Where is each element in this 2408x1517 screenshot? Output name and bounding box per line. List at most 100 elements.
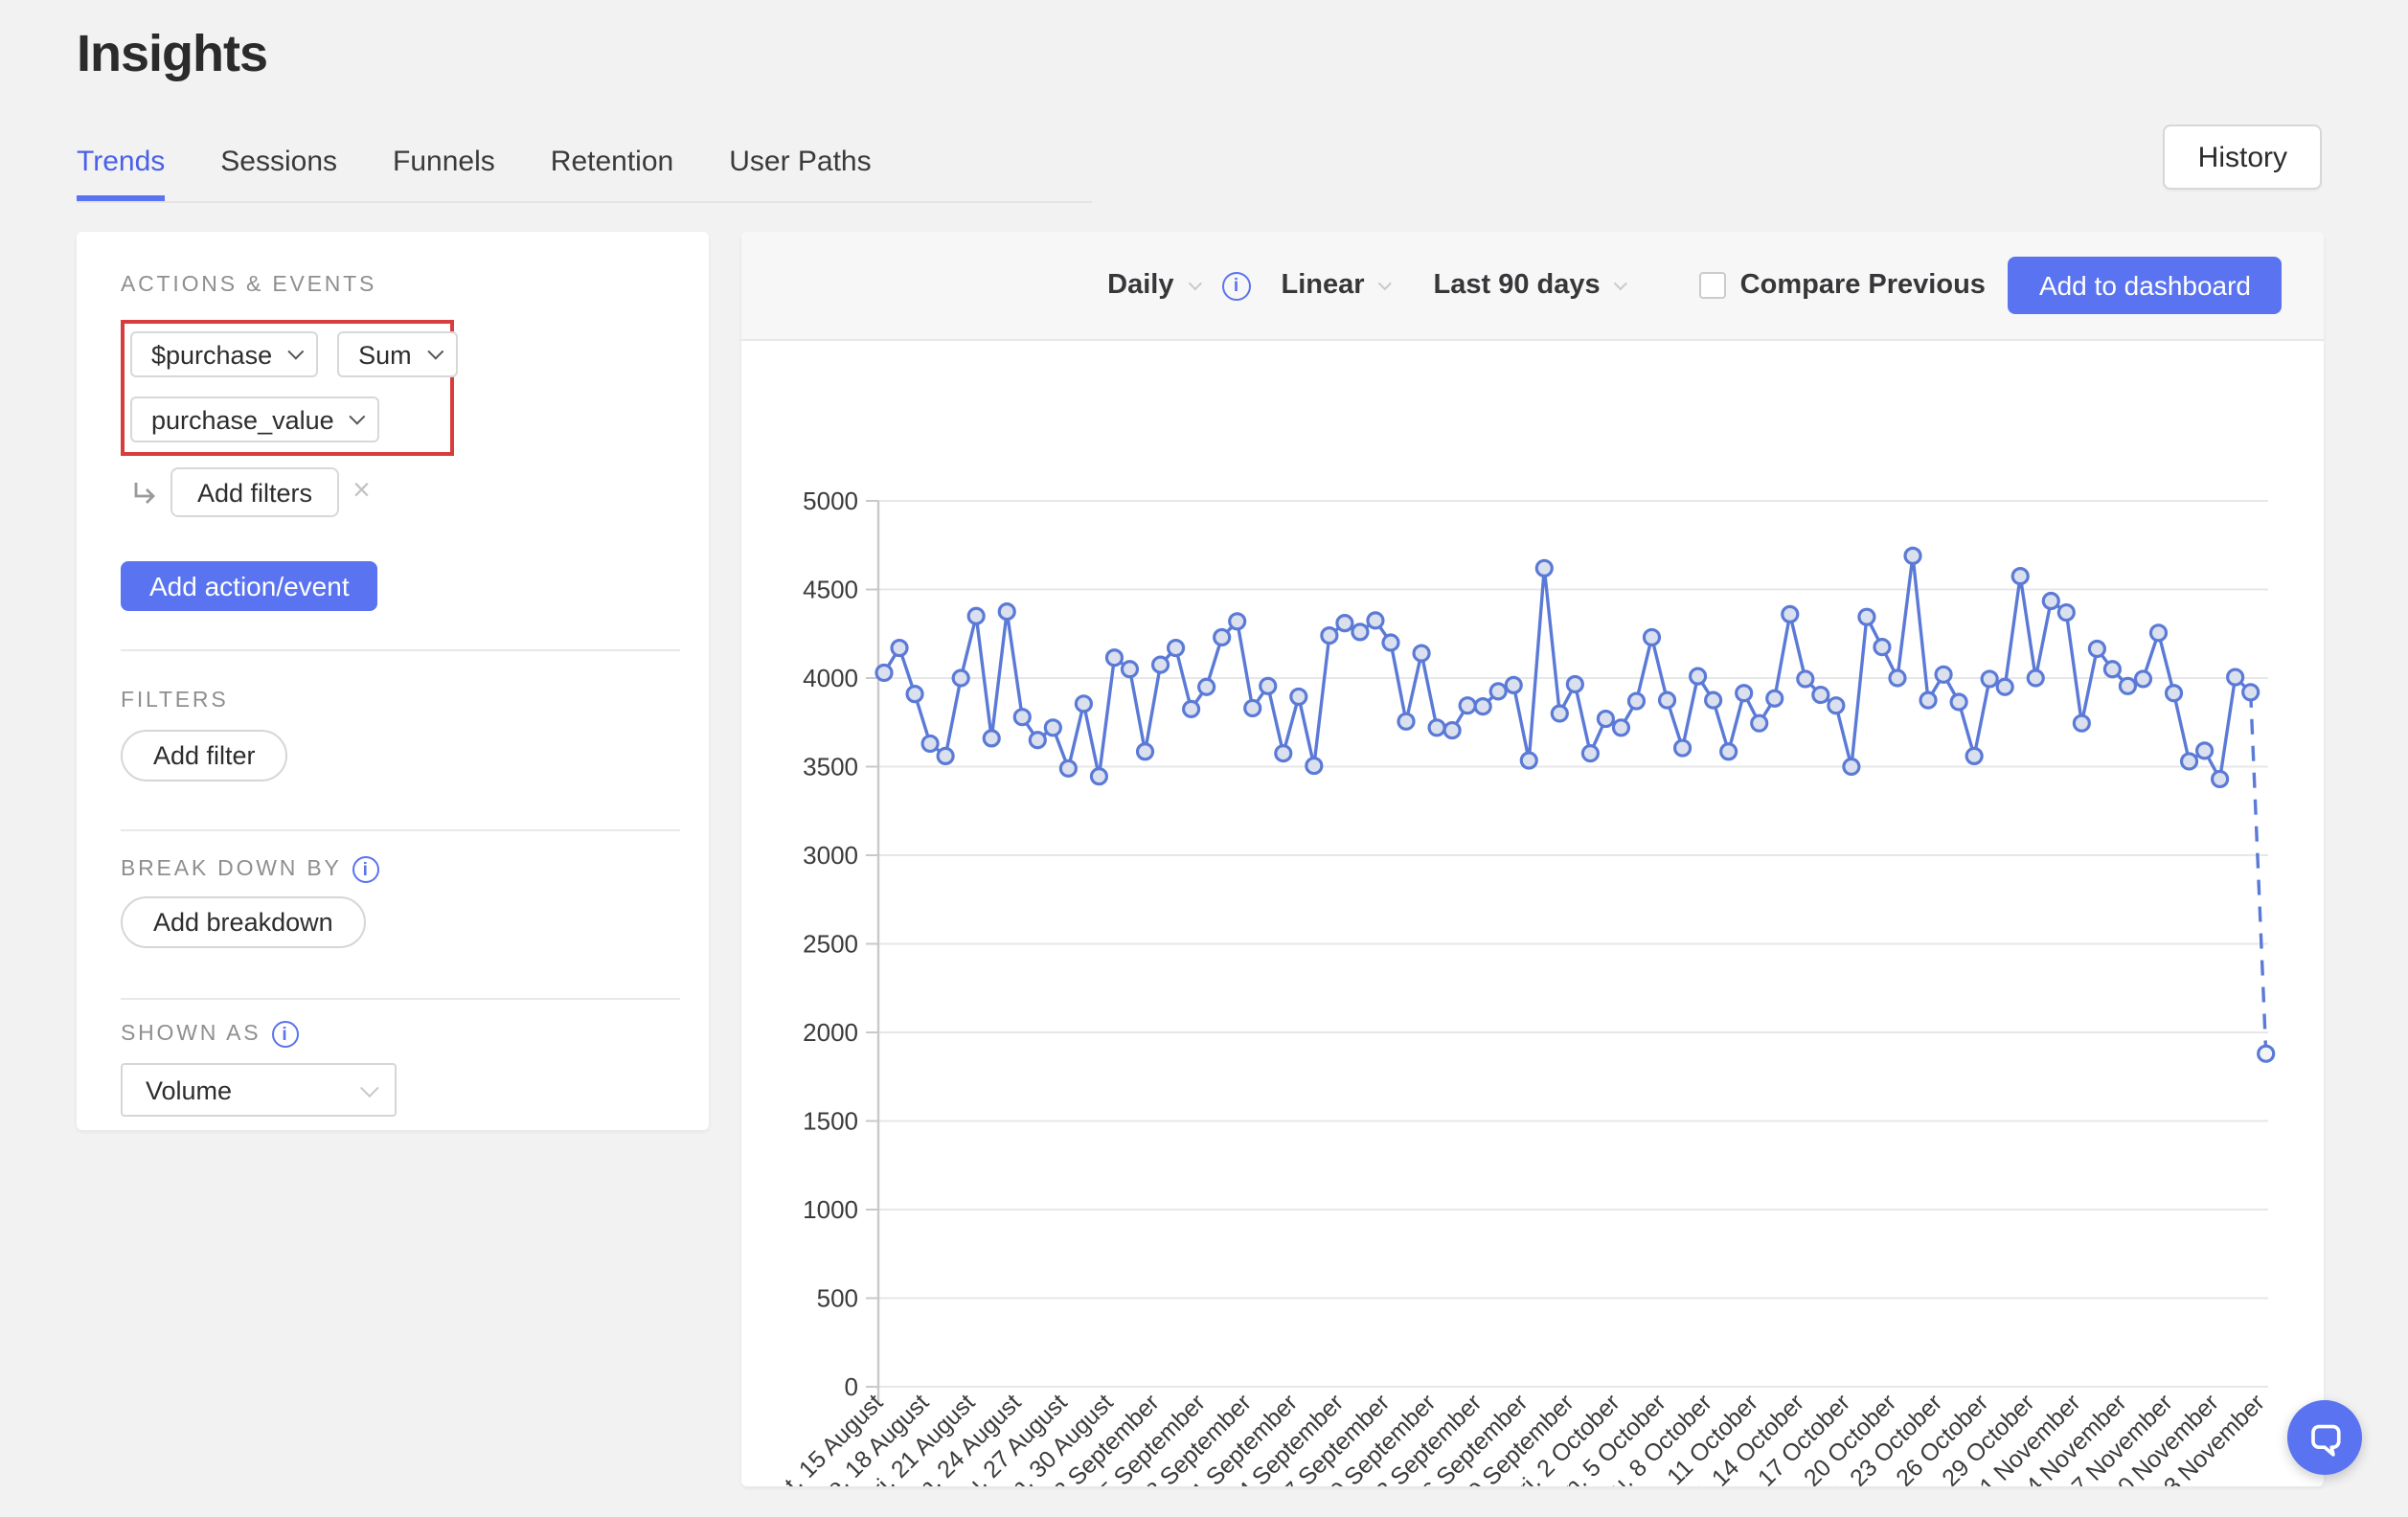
data-point[interactable] — [1306, 758, 1322, 774]
data-point[interactable] — [1398, 713, 1414, 729]
data-point[interactable] — [1230, 614, 1245, 629]
data-point[interactable] — [1460, 698, 1475, 713]
tab-funnels[interactable]: Funnels — [393, 146, 495, 201]
data-point[interactable] — [1997, 679, 2012, 694]
data-point[interactable] — [938, 748, 953, 763]
data-point[interactable] — [1383, 635, 1398, 650]
data-point[interactable] — [2135, 671, 2150, 687]
math-dropdown[interactable]: Sum — [337, 331, 458, 377]
data-point[interactable] — [1153, 657, 1169, 672]
data-point[interactable] — [876, 665, 892, 680]
data-point[interactable] — [1905, 548, 1920, 563]
data-point[interactable] — [1352, 624, 1368, 640]
data-point[interactable] — [999, 604, 1014, 620]
chat-launcher-button[interactable] — [2287, 1400, 2362, 1475]
data-point[interactable] — [1783, 606, 1798, 622]
data-point[interactable] — [1920, 692, 1936, 708]
add-filter-button[interactable]: Add filter — [121, 730, 288, 781]
data-point[interactable] — [1276, 746, 1291, 761]
data-point[interactable] — [1261, 678, 1276, 693]
data-point[interactable] — [1721, 744, 1737, 759]
data-point[interactable] — [1582, 746, 1598, 761]
data-point[interactable] — [1536, 560, 1552, 576]
data-point[interactable] — [1122, 662, 1137, 677]
data-point[interactable] — [1199, 679, 1215, 694]
data-point[interactable] — [1706, 692, 1721, 708]
data-point[interactable] — [2243, 685, 2259, 700]
data-point[interactable] — [968, 608, 984, 623]
data-point[interactable] — [1045, 720, 1060, 736]
compare-previous-toggle[interactable]: Compare Previous — [1700, 270, 1986, 301]
history-button[interactable]: History — [2164, 125, 2322, 190]
data-point[interactable] — [1844, 759, 1859, 775]
shown-as-select[interactable]: Volume — [121, 1063, 397, 1117]
data-point[interactable] — [1414, 645, 1429, 661]
tab-retention[interactable]: Retention — [551, 146, 673, 201]
data-point[interactable] — [2104, 662, 2120, 677]
data-point[interactable] — [1598, 712, 1613, 727]
data-point[interactable] — [1322, 628, 1337, 644]
data-point[interactable] — [1966, 748, 1982, 763]
data-point[interactable] — [1552, 706, 1567, 721]
add-filters-button[interactable]: Add filters — [170, 467, 339, 517]
data-point[interactable] — [2028, 670, 2043, 686]
interval-dropdown[interactable]: Daily — [1107, 270, 1196, 301]
data-point[interactable] — [1368, 613, 1383, 628]
data-point[interactable] — [1091, 769, 1106, 784]
data-point[interactable] — [1169, 641, 1184, 656]
data-point[interactable] — [1567, 676, 1582, 691]
data-point[interactable] — [922, 736, 938, 751]
info-icon[interactable]: i — [1222, 271, 1251, 300]
data-point[interactable] — [1813, 688, 1829, 703]
data-point[interactable] — [2182, 754, 2197, 769]
tab-sessions[interactable]: Sessions — [220, 146, 337, 201]
data-point[interactable] — [1874, 640, 1890, 655]
data-point[interactable] — [1014, 710, 1030, 725]
data-point[interactable] — [1613, 720, 1628, 736]
data-point[interactable] — [1521, 753, 1536, 768]
data-point[interactable] — [1506, 677, 1521, 692]
compare-checkbox[interactable] — [1700, 272, 1727, 299]
data-point[interactable] — [1429, 720, 1444, 736]
data-point[interactable] — [1737, 686, 1752, 701]
data-point[interactable] — [1337, 616, 1352, 631]
data-point[interactable] — [1829, 698, 1844, 713]
data-point[interactable] — [1184, 701, 1199, 716]
data-point[interactable] — [1291, 689, 1306, 704]
tab-user-paths[interactable]: User Paths — [729, 146, 871, 201]
data-point[interactable] — [1030, 733, 1045, 748]
data-point[interactable] — [1890, 670, 1905, 686]
data-point[interactable] — [1798, 671, 1813, 687]
data-point[interactable] — [984, 731, 999, 746]
data-point[interactable] — [1752, 715, 1767, 731]
data-point[interactable] — [2167, 686, 2182, 701]
data-point[interactable] — [1691, 668, 1706, 684]
data-point[interactable] — [1645, 629, 1660, 645]
data-point[interactable] — [1490, 684, 1506, 699]
data-point[interactable] — [1138, 744, 1153, 759]
tab-trends[interactable]: Trends — [77, 146, 165, 201]
display-dropdown[interactable]: Linear — [1282, 270, 1388, 301]
data-point[interactable] — [2259, 1046, 2274, 1061]
data-point[interactable] — [2043, 594, 2058, 609]
event-dropdown[interactable]: $purchase — [130, 331, 318, 377]
data-point[interactable] — [892, 641, 907, 656]
data-point[interactable] — [2089, 641, 2104, 656]
data-point[interactable] — [1628, 693, 1644, 709]
data-point[interactable] — [2012, 569, 2028, 584]
data-point[interactable] — [1215, 629, 1230, 645]
data-point[interactable] — [2058, 605, 2074, 621]
data-point[interactable] — [953, 670, 968, 686]
add-action-event-button[interactable]: Add action/event — [121, 561, 378, 611]
data-point[interactable] — [1106, 650, 1122, 666]
info-icon[interactable]: i — [353, 856, 380, 883]
data-point[interactable] — [1951, 694, 1966, 710]
info-icon[interactable]: i — [272, 1021, 299, 1048]
data-point[interactable] — [1767, 691, 1783, 706]
close-icon[interactable]: × — [352, 477, 371, 508]
data-point[interactable] — [1076, 696, 1091, 712]
property-dropdown[interactable]: purchase_value — [130, 396, 380, 442]
data-point[interactable] — [1444, 723, 1460, 738]
data-point[interactable] — [1859, 609, 1874, 624]
data-point[interactable] — [2150, 625, 2166, 641]
